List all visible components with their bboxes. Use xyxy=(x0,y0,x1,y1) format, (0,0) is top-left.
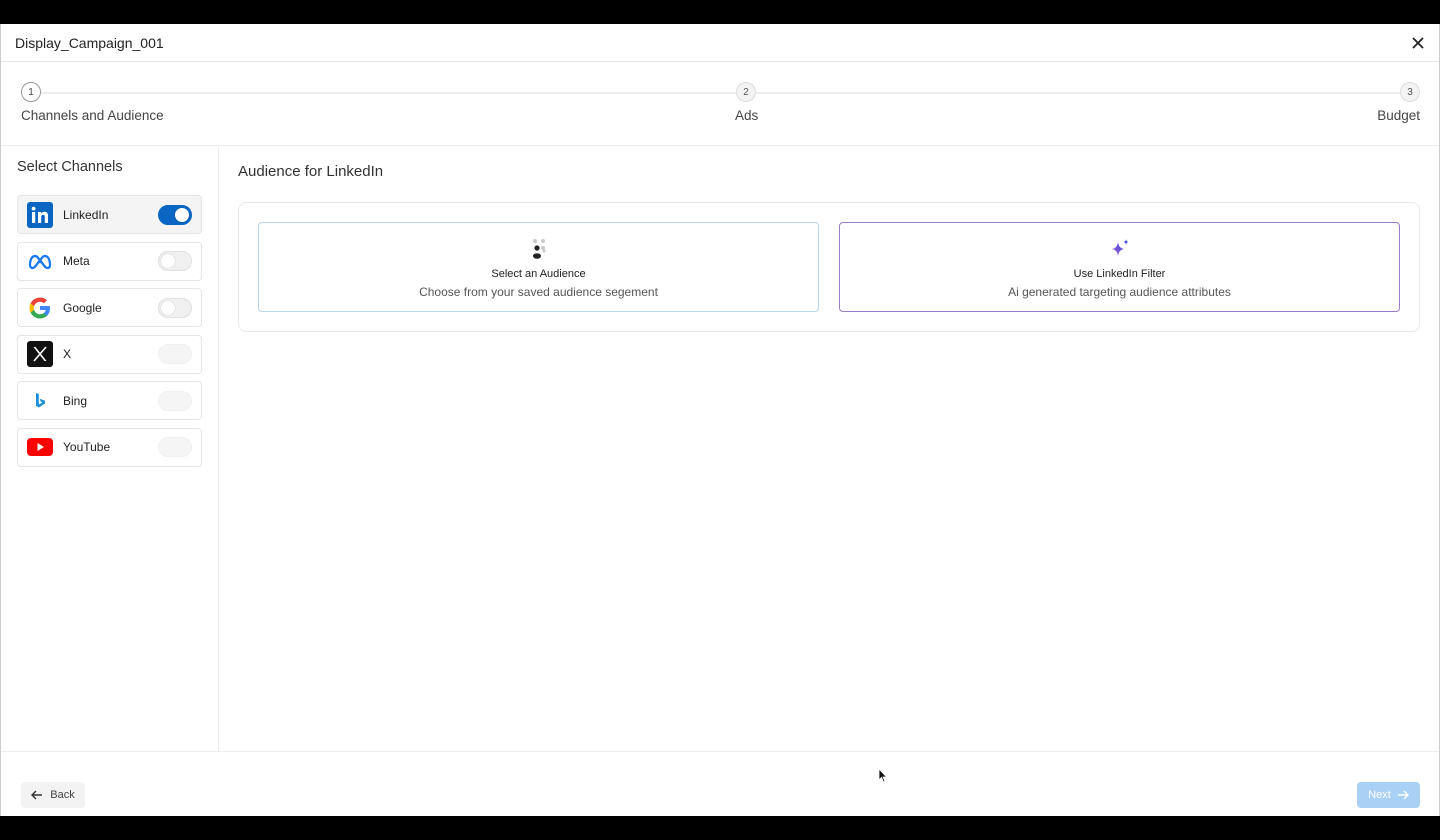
dialog-title: Display_Campaign_001 xyxy=(15,34,164,51)
channel-item-google[interactable]: Google xyxy=(17,288,202,327)
meta-toggle[interactable] xyxy=(158,251,192,271)
option-title: Use LinkedIn Filter xyxy=(1073,267,1166,280)
close-icon[interactable] xyxy=(1409,34,1427,52)
x-toggle[interactable] xyxy=(158,344,192,364)
audience-options-panel: Select an Audience Choose from your save… xyxy=(238,202,1420,332)
meta-icon xyxy=(27,248,53,274)
progress-stepper: 1 Channels and Audience 2 Ads 3 Budget xyxy=(1,62,1439,146)
option-subtitle: Choose from your saved audience segement xyxy=(419,284,658,299)
arrow-left-icon xyxy=(31,790,43,800)
bing-toggle[interactable] xyxy=(158,390,192,411)
back-button[interactable]: Back xyxy=(21,782,85,808)
x-icon xyxy=(27,341,53,367)
channel-item-youtube[interactable]: YouTube xyxy=(17,427,202,467)
people-icon xyxy=(527,236,551,262)
campaign-dialog: Display_Campaign_001 1 Channels and Audi… xyxy=(0,24,1440,816)
dialog-footer: Back Next xyxy=(1,751,1439,816)
channel-name: Bing xyxy=(63,393,88,408)
channel-item-x[interactable]: X xyxy=(17,334,202,374)
stepper-track xyxy=(41,92,1409,94)
step-label: Budget xyxy=(1377,108,1420,123)
arrow-right-icon xyxy=(1397,790,1409,800)
channel-name: Google xyxy=(63,300,102,315)
step-label: Channels and Audience xyxy=(21,108,164,123)
youtube-icon xyxy=(27,434,53,460)
next-label: Next xyxy=(1368,789,1391,801)
sparkle-icon xyxy=(1107,236,1133,262)
youtube-toggle[interactable] xyxy=(158,437,192,457)
channel-name: X xyxy=(63,347,72,361)
linkedin-toggle[interactable] xyxy=(158,204,192,225)
audience-main: Audience for LinkedIn Select an Audience… xyxy=(219,147,1439,751)
linkedin-filter-option[interactable]: Use LinkedIn Filter Ai generated targeti… xyxy=(839,222,1400,312)
step-budget[interactable]: 3 Budget xyxy=(1377,82,1420,123)
channels-sidebar: Select Channels LinkedIn Meta Google X B… xyxy=(1,147,219,751)
step-label: Ads xyxy=(735,108,759,123)
select-audience-option[interactable]: Select an Audience Choose from your save… xyxy=(258,222,819,312)
channel-item-linkedin[interactable]: LinkedIn xyxy=(17,195,202,234)
step-number: 1 xyxy=(21,82,41,102)
channel-name: LinkedIn xyxy=(63,207,109,222)
option-title: Select an Audience xyxy=(491,267,586,280)
next-button[interactable]: Next xyxy=(1357,782,1420,808)
back-label: Back xyxy=(50,789,75,801)
channel-name: Meta xyxy=(63,254,90,268)
channel-name: YouTube xyxy=(63,440,111,454)
google-toggle[interactable] xyxy=(158,297,192,318)
audience-heading: Audience for LinkedIn xyxy=(238,163,384,180)
linkedin-icon xyxy=(27,201,53,228)
step-number: 2 xyxy=(736,82,756,102)
channel-item-meta[interactable]: Meta xyxy=(17,241,202,281)
sidebar-heading: Select Channels xyxy=(17,159,123,175)
channel-item-bing[interactable]: Bing xyxy=(17,381,202,420)
google-icon xyxy=(27,295,53,321)
option-subtitle: Ai generated targeting audience attribut… xyxy=(1008,284,1231,299)
step-ads[interactable]: 2 Ads xyxy=(735,82,758,123)
step-number: 3 xyxy=(1400,82,1420,102)
dialog-header: Display_Campaign_001 xyxy=(1,24,1439,62)
dialog-body: Select Channels LinkedIn Meta Google X B… xyxy=(1,147,1439,751)
mouse-cursor-icon xyxy=(878,768,888,783)
bing-icon xyxy=(27,388,53,414)
step-channels-audience[interactable]: 1 Channels and Audience xyxy=(21,82,164,123)
